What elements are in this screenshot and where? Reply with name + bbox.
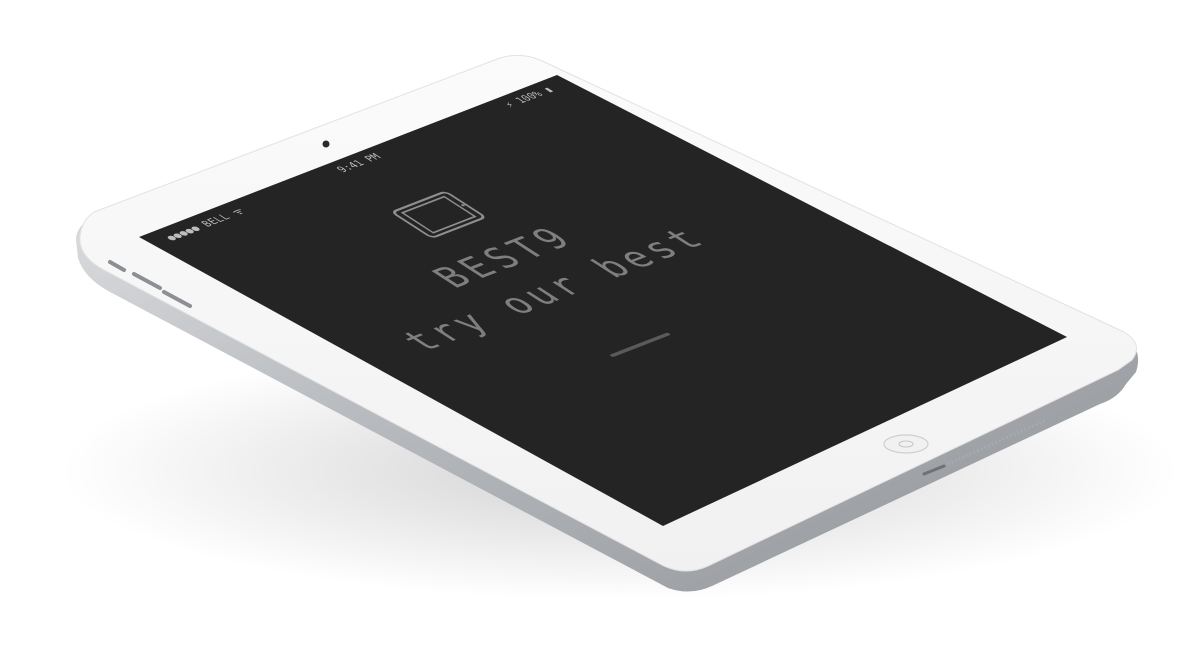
home-button[interactable] [883, 434, 929, 454]
ipad-mockup-scene: ●●●●● BELL ᯤ 9:41 PM ⚡ 100% ▮ BEST9 try … [0, 0, 1192, 654]
camera-icon [322, 140, 330, 148]
tablet-icon [387, 189, 491, 241]
page-indicator [609, 332, 672, 358]
